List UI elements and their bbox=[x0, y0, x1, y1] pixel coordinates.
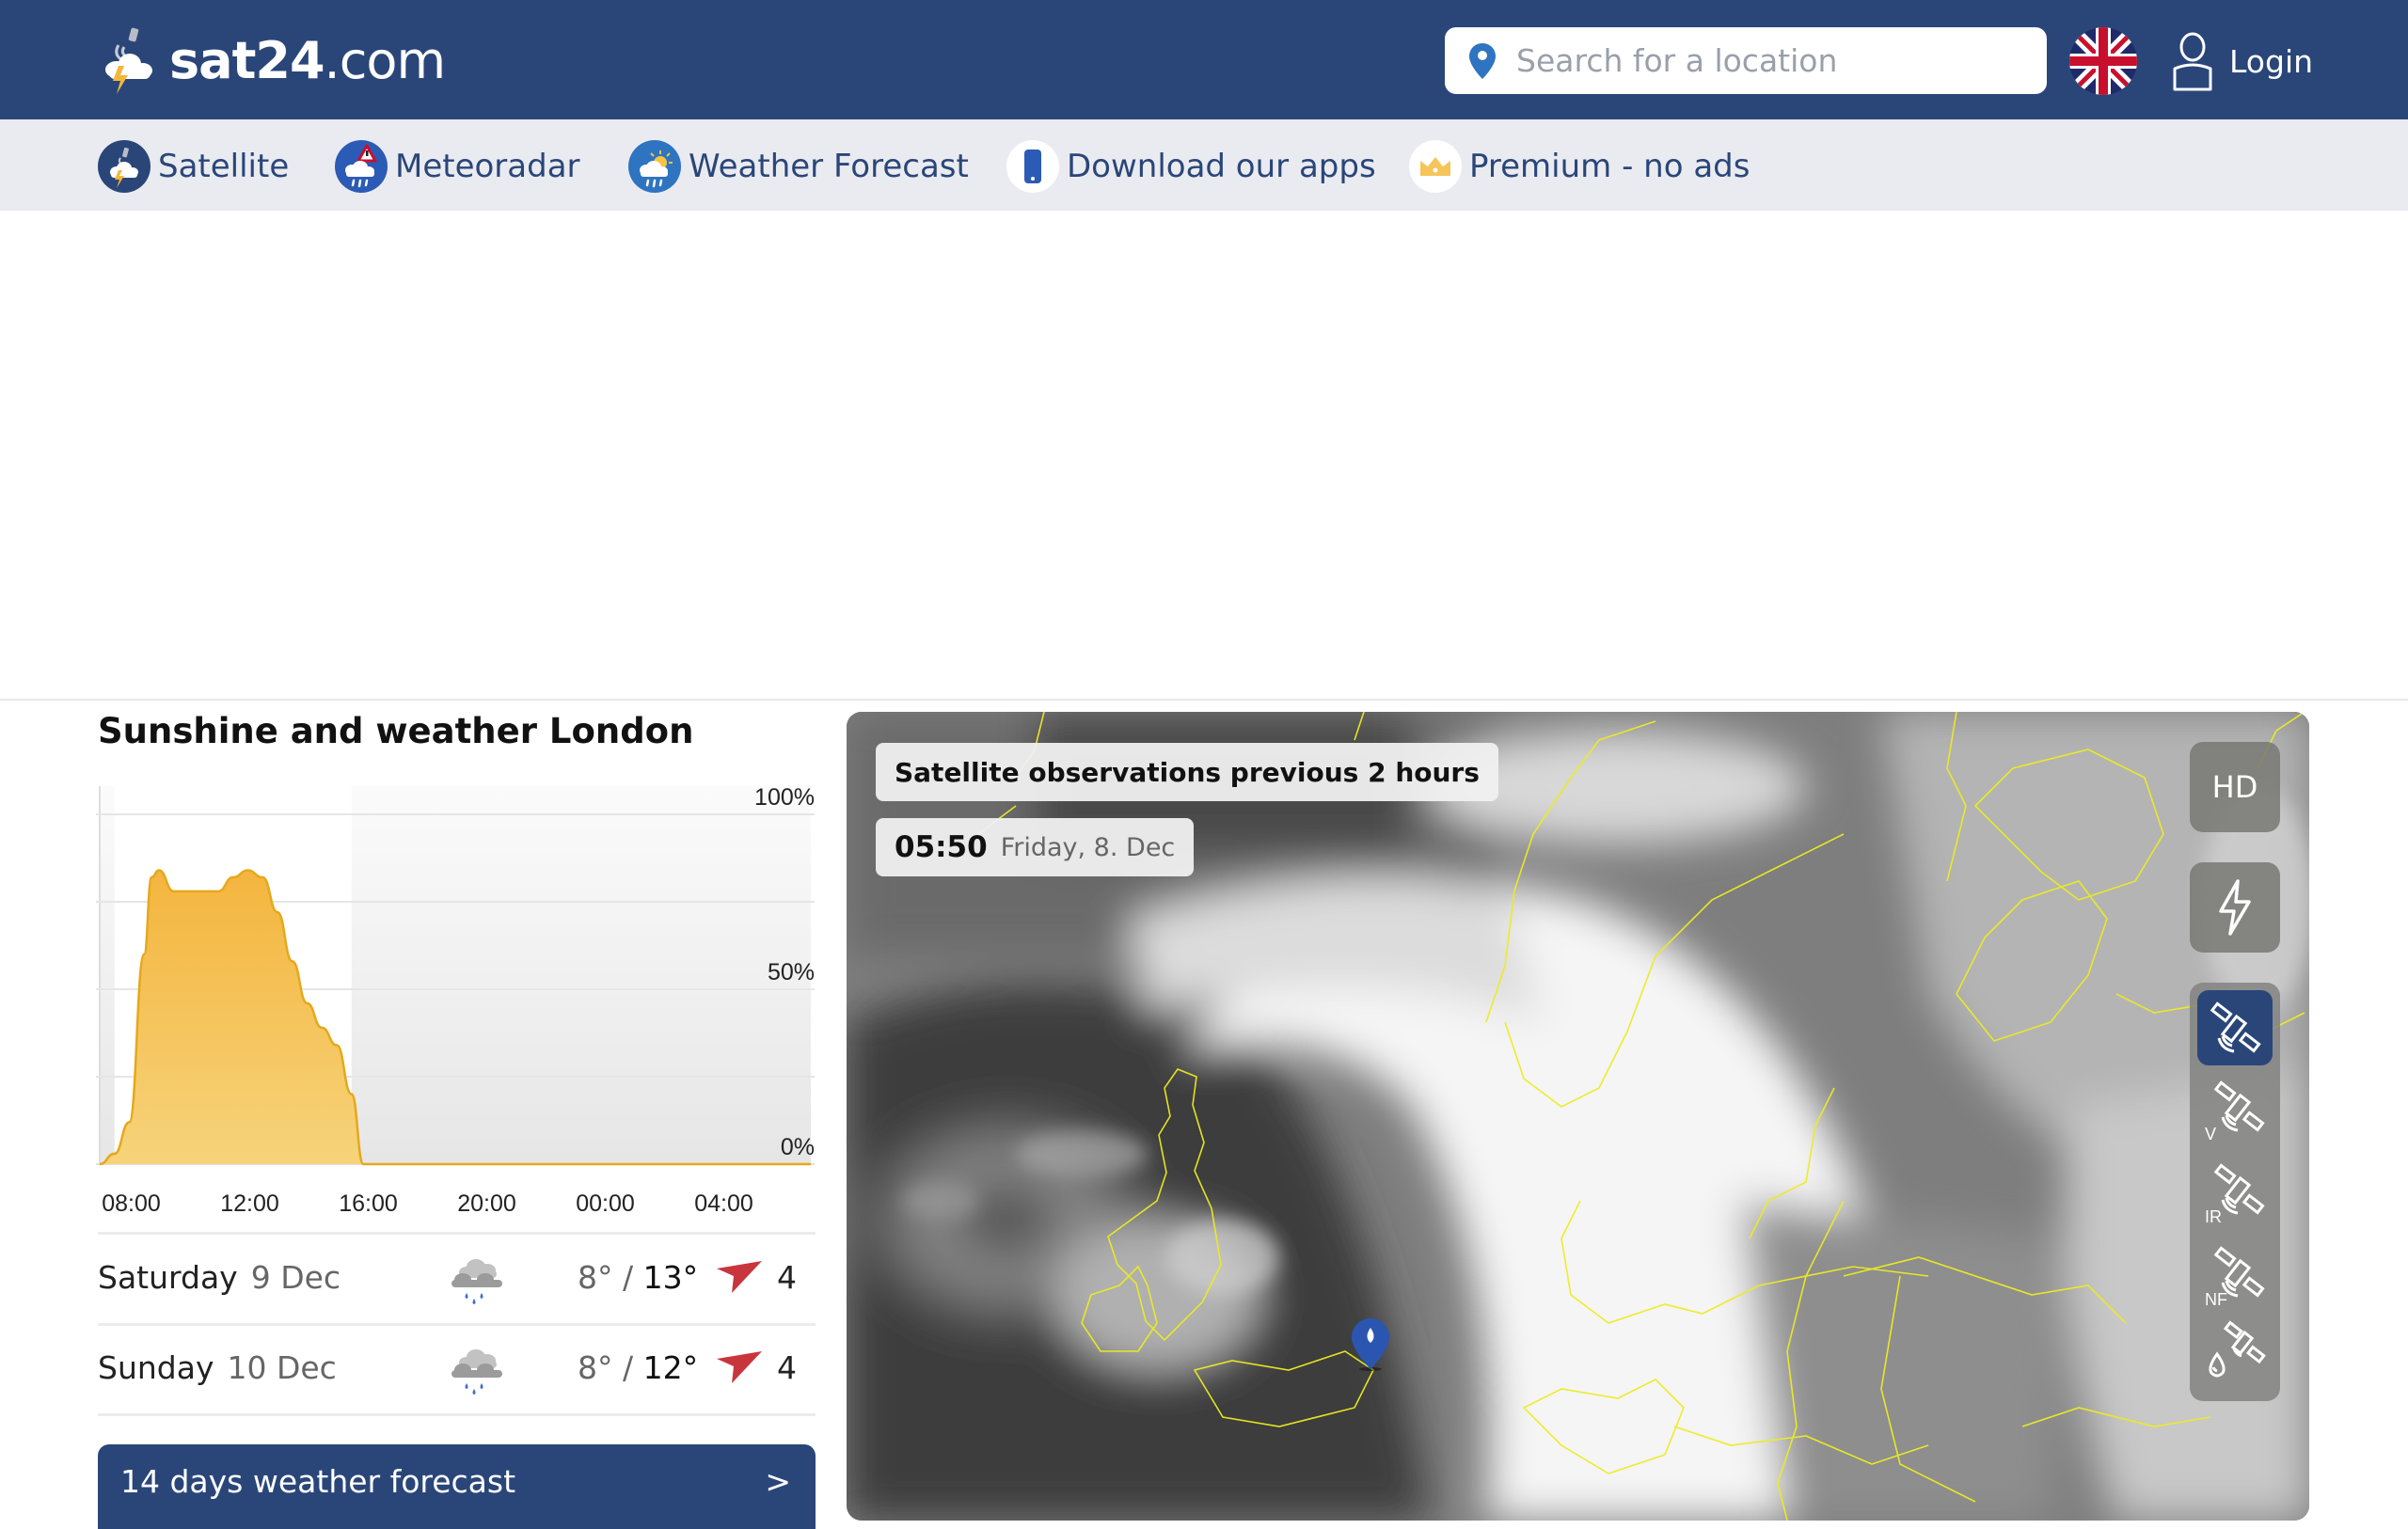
site-logo[interactable]: sat24 .com bbox=[98, 26, 446, 94]
wind-speed: 4 bbox=[777, 1259, 797, 1296]
x-tick-label: 04:00 bbox=[694, 1190, 753, 1217]
day-name: Sunday bbox=[98, 1349, 214, 1386]
forecast-button-label: 14 days weather forecast bbox=[120, 1463, 516, 1500]
main-nav: Satellite Meteoradar Weather Forecast Do… bbox=[0, 119, 2408, 211]
rain-cloud-icon bbox=[452, 1259, 502, 1304]
nav-item-premium[interactable]: Premium - no ads bbox=[1409, 140, 1750, 193]
temp-min: 8° bbox=[578, 1349, 613, 1386]
crown-icon bbox=[1409, 140, 1462, 193]
night-shading bbox=[351, 786, 811, 1164]
section-divider bbox=[0, 699, 2408, 701]
login-label: Login bbox=[2229, 42, 2314, 80]
forecast-row[interactable]: Saturday 9 Dec 8° / 13° 4 bbox=[98, 1235, 816, 1326]
day-date: 9 Dec bbox=[250, 1259, 341, 1296]
satellite-map[interactable]: Satellite observations previous 2 hours … bbox=[847, 712, 2309, 1521]
nav-label: Meteoradar bbox=[395, 148, 580, 185]
layer-tag: IR bbox=[2205, 1207, 2222, 1226]
wind-direction-icon bbox=[717, 1351, 762, 1383]
layer-tag: NF bbox=[2205, 1290, 2227, 1309]
sunshine-chart: 100% 50% 0% 08:00 12:00 16:00 20:00 00:00 04:00 bbox=[90, 777, 833, 1228]
nav-label: Premium - no ads bbox=[1469, 148, 1751, 185]
location-pin-icon bbox=[1469, 42, 1496, 79]
layer-button-precipitation[interactable] bbox=[2197, 1314, 2273, 1389]
night-shading bbox=[100, 786, 115, 1164]
layer-button-infrared[interactable]: IR bbox=[2197, 1156, 2273, 1231]
day-name-wrap: Saturday 9 Dec bbox=[98, 1259, 341, 1296]
login-button[interactable]: Login bbox=[2169, 30, 2313, 92]
map-timestamp: 05:50 Friday, 8. Dec bbox=[876, 818, 1195, 876]
observation-time: 05:50 bbox=[895, 830, 988, 864]
nav-label: Download our apps bbox=[1067, 148, 1376, 185]
layer-button-visible[interactable]: V bbox=[2197, 1073, 2273, 1148]
day-name-wrap: Sunday 10 Dec bbox=[98, 1349, 337, 1386]
weather-forecast-icon bbox=[628, 140, 681, 193]
layer-button-natural-color[interactable]: NF bbox=[2197, 1238, 2273, 1314]
brand-domain: .com bbox=[324, 30, 446, 90]
nav-item-satellite[interactable]: Satellite bbox=[98, 140, 289, 193]
x-tick-label: 08:00 bbox=[102, 1190, 161, 1217]
y-tick-label: 0% bbox=[781, 1134, 815, 1160]
nav-item-download-apps[interactable]: Download our apps bbox=[1006, 140, 1376, 193]
temp-min: 8° bbox=[578, 1259, 613, 1296]
temperature-range: 8° / 12° bbox=[578, 1349, 698, 1386]
user-icon bbox=[2173, 32, 2212, 91]
location-pin-icon[interactable] bbox=[1352, 1318, 1389, 1371]
day-name: Saturday bbox=[98, 1259, 238, 1296]
forecast-row[interactable]: Sunday 10 Dec 8° / 12° 4 bbox=[98, 1325, 816, 1416]
layer-tag: V bbox=[2205, 1125, 2217, 1143]
nav-item-meteoradar[interactable]: Meteoradar bbox=[335, 140, 580, 193]
radar-warning-icon bbox=[335, 140, 388, 193]
uk-flag-icon bbox=[2069, 27, 2137, 95]
location-search[interactable] bbox=[1445, 27, 2047, 94]
satellite-icon bbox=[2210, 1001, 2261, 1053]
nav-label: Weather Forecast bbox=[689, 148, 969, 185]
rain-cloud-icon bbox=[452, 1349, 502, 1395]
14-day-forecast-button[interactable]: 14 days weather forecast > bbox=[98, 1444, 816, 1529]
map-title: Satellite observations previous 2 hours bbox=[876, 743, 1498, 801]
x-tick-label: 12:00 bbox=[220, 1190, 279, 1217]
advertisement-area bbox=[0, 211, 2408, 699]
temp-max: 13° bbox=[642, 1259, 699, 1296]
wind-speed: 4 bbox=[777, 1349, 797, 1386]
y-tick-label: 100% bbox=[754, 784, 815, 811]
nav-label: Satellite bbox=[158, 148, 290, 185]
hd-toggle-button[interactable]: HD bbox=[2190, 742, 2280, 832]
chevron-right-icon: > bbox=[765, 1463, 791, 1500]
day-date: 10 Dec bbox=[227, 1349, 337, 1386]
lightning-icon bbox=[2219, 879, 2251, 936]
x-tick-label: 20:00 bbox=[457, 1190, 516, 1217]
satellite-icon bbox=[98, 140, 150, 193]
layer-button-default[interactable] bbox=[2197, 990, 2273, 1065]
phone-icon bbox=[1006, 140, 1059, 193]
top-header: sat24.com Login bbox=[0, 0, 2408, 119]
satellite-precipitation-icon bbox=[2209, 1320, 2266, 1378]
temp-separator: / bbox=[612, 1349, 643, 1386]
nav-item-weather-forecast[interactable]: Weather Forecast bbox=[628, 140, 969, 193]
observation-date: Friday, 8. Dec bbox=[1000, 832, 1176, 862]
lightning-toggle-button[interactable] bbox=[2190, 862, 2280, 953]
temperature-range: 8° / 13° bbox=[578, 1259, 698, 1296]
brand-name: sat24 bbox=[169, 30, 325, 90]
language-flag-uk[interactable] bbox=[2069, 27, 2137, 95]
wind-direction-icon bbox=[717, 1261, 762, 1293]
temp-separator: / bbox=[612, 1259, 643, 1296]
x-tick-label: 00:00 bbox=[576, 1190, 635, 1217]
x-tick-label: 16:00 bbox=[339, 1190, 398, 1217]
sunshine-title: Sunshine and weather London bbox=[98, 711, 694, 751]
temp-max: 12° bbox=[642, 1349, 699, 1386]
y-tick-label: 50% bbox=[768, 959, 815, 985]
logo-icon bbox=[105, 27, 152, 94]
satellite-layer-selector: V IR NF bbox=[2190, 983, 2280, 1401]
search-input[interactable] bbox=[1514, 41, 2026, 80]
sunshine-chart-svg: 100% 50% 0% 08:00 12:00 16:00 20:00 00:00 04:00 bbox=[96, 784, 815, 1217]
